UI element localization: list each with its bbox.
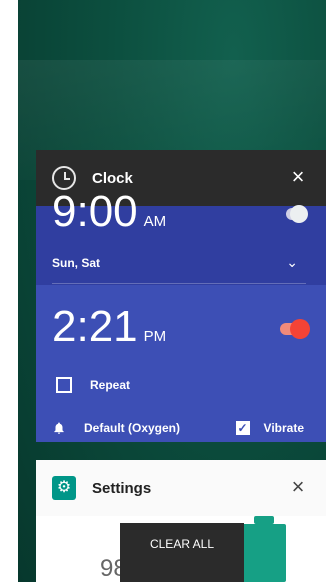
alarm-time-top-value: 9:00 bbox=[52, 187, 138, 236]
vibrate-label: Vibrate bbox=[263, 421, 304, 435]
divider bbox=[52, 283, 306, 284]
settings-card-header[interactable]: ⚙ Settings × bbox=[36, 460, 326, 516]
vibrate-row[interactable]: ✓ Vibrate bbox=[235, 421, 304, 435]
close-icon[interactable]: × bbox=[286, 475, 310, 499]
alarm-main-ampm: PM bbox=[143, 328, 167, 345]
alarm-time-top: 9:00 AM bbox=[52, 190, 166, 244]
alarm-main-time: 2:21 PM bbox=[52, 305, 166, 359]
settings-card-title: Settings bbox=[92, 479, 152, 497]
repeat-row[interactable]: Repeat bbox=[56, 377, 130, 393]
check-icon[interactable]: ✓ bbox=[235, 421, 250, 435]
clock-card-title: Clock bbox=[92, 169, 133, 187]
bell-icon bbox=[54, 422, 64, 434]
alarm-main-time-value: 2:21 bbox=[52, 302, 138, 351]
gear-icon: ⚙ bbox=[52, 476, 76, 500]
battery-icon bbox=[242, 516, 286, 582]
repeat-label: Repeat bbox=[90, 378, 131, 392]
alarm-main-toggle[interactable] bbox=[280, 319, 310, 339]
alarm-top-toggle[interactable] bbox=[286, 205, 308, 223]
ringtone-label: Default (Oxygen) bbox=[84, 421, 181, 435]
clock-recent-card[interactable]: Clock × 9:00 AM Sun, Sat ⌄ 2:21 PM Repeat … bbox=[36, 150, 326, 442]
alarm-main-section: 2:21 PM Repeat Default (Oxygen) ✓ Vibrate bbox=[36, 285, 326, 442]
left-strip bbox=[0, 0, 18, 582]
close-icon[interactable]: × bbox=[286, 165, 310, 189]
chevron-down-icon[interactable]: ⌄ bbox=[286, 254, 298, 271]
alarm-days: Sun, Sat bbox=[52, 256, 101, 270]
clear-all-button[interactable]: CLEAR ALL bbox=[120, 523, 244, 582]
alarm-time-top-ampm: AM bbox=[143, 213, 167, 230]
repeat-checkbox[interactable] bbox=[56, 377, 72, 393]
ringtone-row[interactable]: Default (Oxygen) bbox=[52, 421, 180, 435]
